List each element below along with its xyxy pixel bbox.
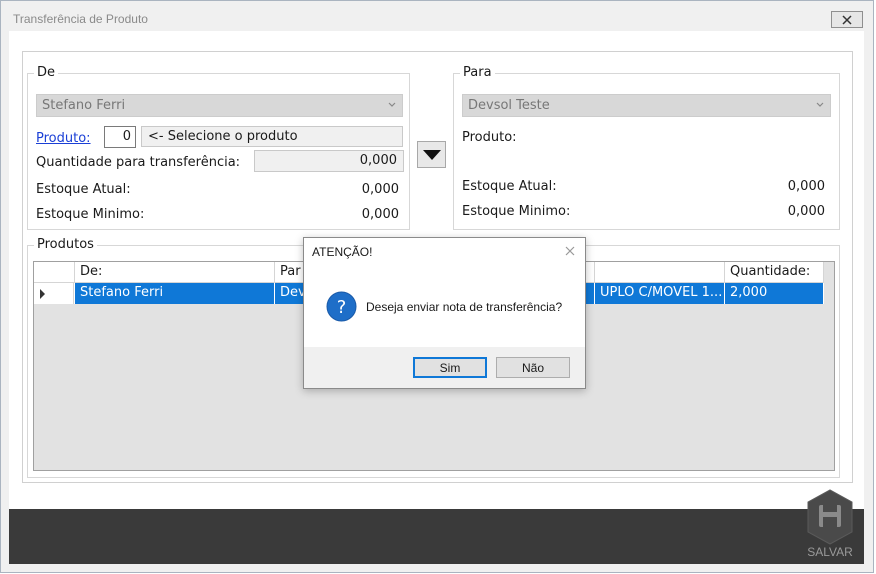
de-group-title: De (34, 65, 59, 80)
de-estoque-minimo-label: Estoque Minimo: (36, 207, 145, 222)
para-combo[interactable]: Devsol Teste (462, 94, 831, 117)
para-combo-value: Devsol Teste (468, 98, 550, 113)
row-marker (34, 283, 74, 304)
para-estoque-minimo-label: Estoque Minimo: (462, 204, 571, 219)
cell-de[interactable]: Stefano Ferri (75, 283, 275, 304)
transfer-arrow-button[interactable] (417, 141, 446, 168)
para-group-title: Para (460, 65, 495, 80)
column-header-quantidade[interactable]: Quantidade: (725, 262, 824, 283)
chevron-down-icon (388, 102, 396, 107)
save-floppy-icon (807, 489, 853, 545)
de-group: De Stefano Ferri Produto: 0 <- Selecione… (27, 65, 410, 230)
produtos-group-title: Produtos (34, 237, 97, 252)
save-label: SALVAR (807, 545, 853, 559)
para-estoque-atual-value: 0,000 (787, 179, 825, 194)
confirm-dialog: ATENÇÃO! ? Deseja enviar nota de transfe… (303, 237, 586, 389)
para-group: Para Devsol Teste Produto: Estoque Atual… (453, 65, 840, 230)
de-estoque-atual-label: Estoque Atual: (36, 182, 131, 197)
produto-link[interactable]: Produto: (36, 131, 91, 146)
de-estoque-minimo-value: 0,000 (361, 207, 399, 222)
quantidade-label: Quantidade para transferência: (36, 155, 241, 170)
svg-text:?: ? (337, 297, 347, 318)
window-close-button[interactable] (831, 11, 863, 28)
chevron-down-icon (816, 102, 824, 107)
close-icon (842, 14, 852, 25)
dialog-body: ? Deseja enviar nota de transferência? (304, 268, 585, 347)
close-icon[interactable] (563, 244, 577, 258)
para-estoque-atual-label: Estoque Atual: (462, 179, 557, 194)
para-produto-label: Produto: (462, 130, 517, 145)
dialog-message: Deseja enviar nota de transferência? (366, 300, 563, 314)
de-combo[interactable]: Stefano Ferri (36, 94, 403, 117)
de-combo-value: Stefano Ferri (42, 98, 126, 113)
column-header-produto[interactable] (595, 262, 725, 283)
no-button[interactable]: Não (496, 357, 570, 378)
row-header-corner (34, 262, 75, 283)
column-header-de[interactable]: De: (75, 262, 275, 283)
cell-produto[interactable]: UPLO C/MOVEL 1... (595, 283, 725, 304)
window-title: Transferência de Produto (13, 12, 148, 26)
de-estoque-atual-value: 0,000 (361, 182, 399, 197)
triangle-down-icon (422, 149, 441, 160)
dialog-title: ATENÇÃO! (312, 245, 373, 259)
produto-select-field[interactable]: <- Selecione o produto (141, 126, 403, 147)
question-icon: ? (326, 291, 357, 322)
dialog-footer: Sim Não (304, 347, 585, 388)
save-button[interactable]: SALVAR (806, 489, 854, 564)
title-bar: Transferência de Produto (1, 1, 873, 32)
quantidade-input[interactable]: 0,000 (254, 150, 404, 172)
cell-quantidade[interactable]: 2,000 (725, 283, 824, 304)
produto-code-input[interactable]: 0 (104, 126, 136, 148)
para-estoque-minimo-value: 0,000 (787, 204, 825, 219)
footer-bar (9, 509, 864, 564)
yes-button[interactable]: Sim (413, 357, 487, 378)
row-pointer-icon (40, 289, 45, 299)
